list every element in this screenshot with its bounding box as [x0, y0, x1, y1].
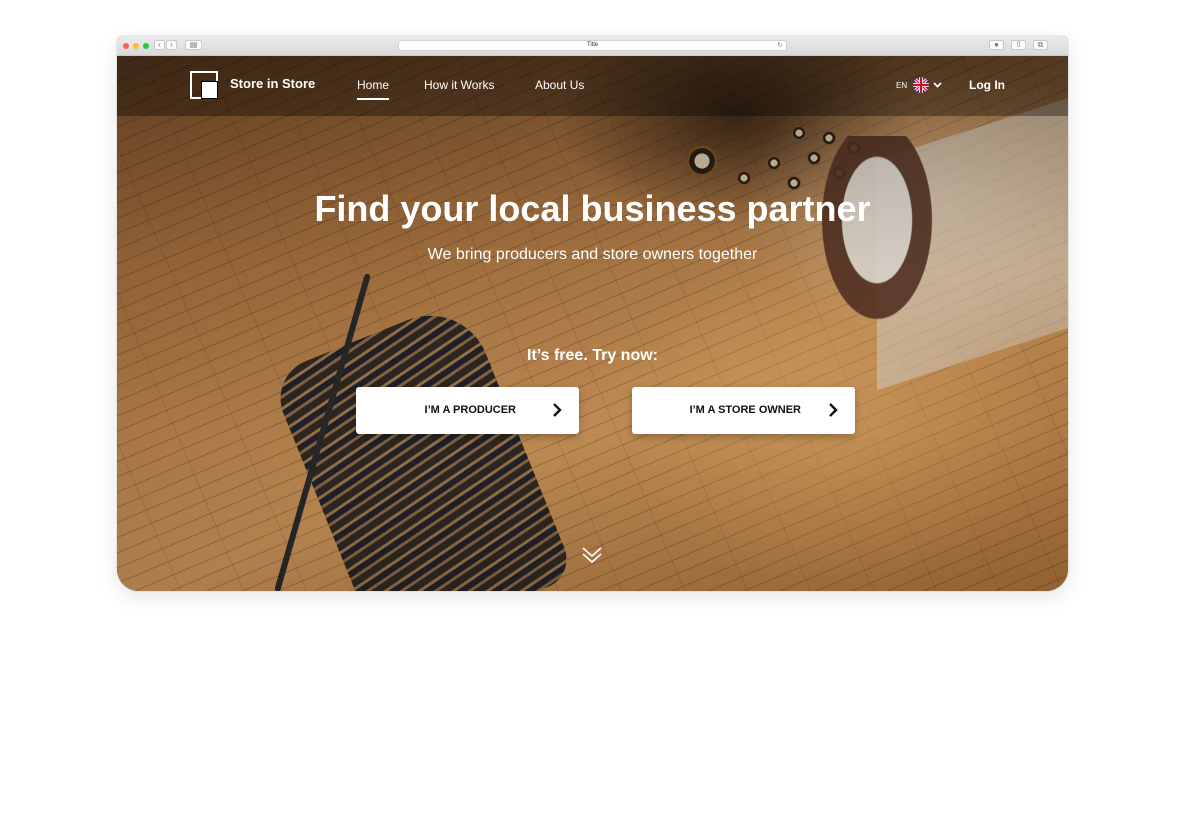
store-owner-button-label: I’M A STORE OWNER — [689, 404, 801, 416]
download-icon[interactable]: ● — [989, 40, 1004, 50]
hero-subheadline: We bring producers and store owners toge… — [427, 246, 758, 263]
address-bar[interactable]: Title ↻ — [398, 40, 787, 51]
top-navigation: Store in Store Home How it Works About U… — [117, 56, 1068, 116]
nav-link-about-us[interactable]: About Us — [535, 77, 584, 93]
browser-window: ‹ › ▤ Title ↻ ● ⇧ ⧉ Store in Store Home … — [117, 36, 1068, 591]
hero-overlay — [117, 56, 1068, 591]
tabs-icon[interactable]: ⧉ — [1033, 40, 1048, 50]
back-icon[interactable]: ‹ — [154, 40, 165, 50]
hero-tagline: It’s free. Try now: — [527, 347, 658, 364]
nav-link-how-it-works[interactable]: How it Works — [424, 77, 494, 93]
hero-section: Store in Store Home How it Works About U… — [117, 56, 1068, 591]
brand-name[interactable]: Store in Store — [230, 76, 315, 92]
chevron-right-icon — [829, 403, 838, 417]
chevron-right-icon — [553, 403, 562, 417]
logo-icon[interactable] — [190, 71, 218, 99]
double-chevron-down-icon[interactable] — [581, 546, 603, 564]
sidebar-icon[interactable]: ▤ — [185, 40, 202, 50]
uk-flag-icon[interactable] — [913, 77, 929, 93]
hero-headline: Find your local business partner — [314, 188, 871, 229]
nav-link-home[interactable]: Home — [357, 77, 390, 100]
login-link[interactable]: Log In — [969, 77, 1005, 93]
reload-icon[interactable]: ↻ — [777, 41, 783, 50]
minimize-window-button[interactable] — [133, 43, 139, 49]
producer-button[interactable]: I’M A PRODUCER — [356, 387, 579, 434]
producer-button-label: I’M A PRODUCER — [424, 404, 516, 416]
browser-toolbar: ‹ › ▤ Title ↻ ● ⇧ ⧉ — [117, 36, 1068, 56]
page-title: Title — [586, 42, 599, 48]
close-window-button[interactable] — [123, 43, 129, 49]
chevron-down-icon[interactable] — [933, 78, 942, 96]
zoom-window-button[interactable] — [143, 43, 149, 49]
language-code[interactable]: EN — [896, 81, 907, 91]
store-owner-button[interactable]: I’M A STORE OWNER — [632, 387, 855, 434]
forward-icon[interactable]: › — [166, 40, 177, 50]
share-icon[interactable]: ⇧ — [1011, 40, 1026, 50]
